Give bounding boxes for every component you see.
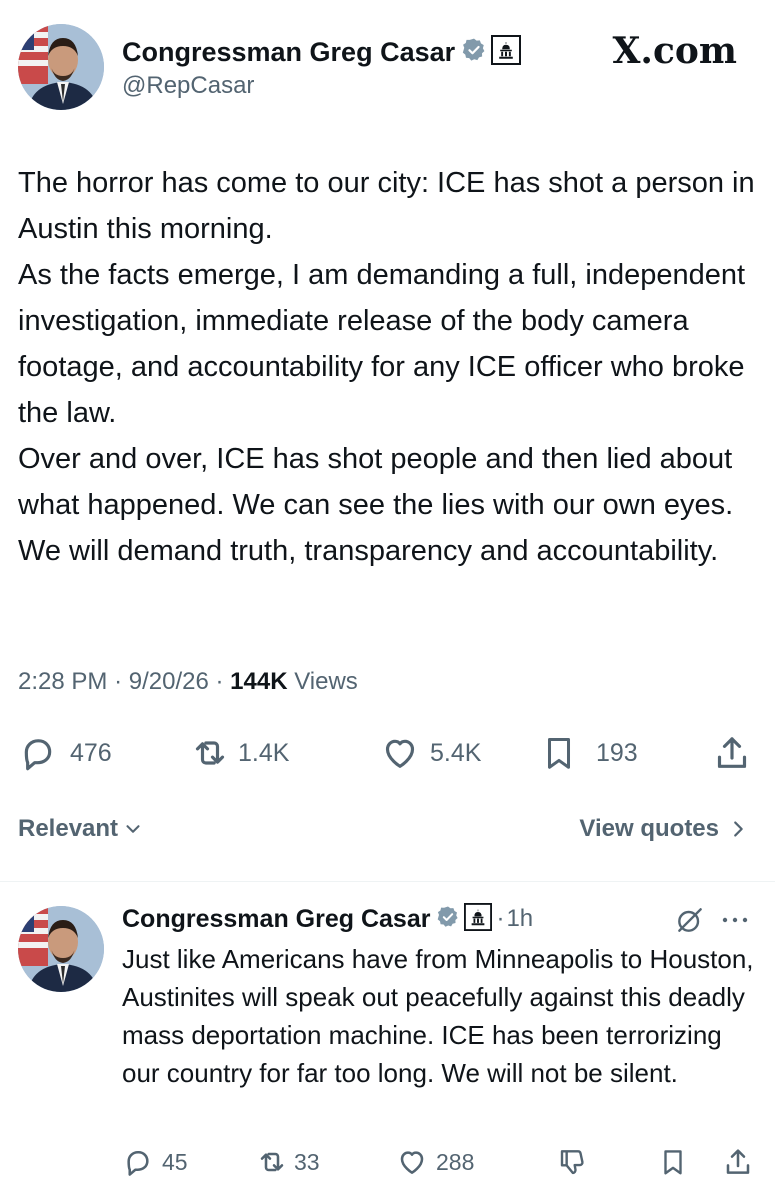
share-icon [717, 737, 747, 768]
post-paragraph: As the facts emerge, I am demanding a fu… [18, 259, 746, 429]
share-button[interactable] [712, 733, 752, 773]
sort-label: Relevant [18, 815, 119, 842]
reply-count: 476 [70, 738, 112, 767]
like-count: 5.4K [430, 738, 482, 767]
author-name-row: Congressman Greg Casar [122, 34, 522, 70]
reply-body: Just like Americans have from Minneapoli… [122, 944, 754, 1088]
reply-button[interactable]: 476 [18, 733, 112, 773]
reply-meta-separator: · [496, 905, 505, 932]
reply-action-bar: 45 33 288 [122, 1144, 762, 1180]
reply-repost-button[interactable]: 33 [256, 1146, 320, 1178]
meta-separator: · [215, 668, 231, 695]
share-icon [726, 1149, 750, 1174]
repost-icon [195, 741, 225, 765]
government-badge-icon [491, 34, 522, 70]
bookmark-button[interactable]: 193 [540, 733, 638, 773]
government-badge-icon [464, 902, 493, 936]
more-button[interactable] [718, 908, 752, 937]
reply-author-name[interactable]: Congressman Greg Casar [122, 905, 430, 934]
meta-separator: · [114, 668, 129, 695]
reply-reply-button[interactable]: 45 [122, 1146, 188, 1178]
verified-badge-icon [461, 37, 487, 68]
section-divider [0, 881, 775, 882]
like-icon [400, 1151, 424, 1174]
reply-like-button[interactable]: 288 [396, 1146, 474, 1178]
reply-name-row: Congressman Greg Casar · 1h [122, 902, 533, 936]
chevron-down-icon [126, 825, 140, 833]
views-label: Views [294, 668, 358, 695]
dislike-icon [560, 1150, 584, 1175]
post-meta: 2:28 PM · 9/20/26 · 144K Views [18, 668, 358, 696]
post-paragraph: Over and over, ICE has shot people and t… [18, 443, 734, 567]
reply-bookmark-button[interactable] [658, 1146, 688, 1178]
repost-button[interactable]: 1.4K [190, 733, 289, 773]
bookmark-count: 193 [596, 738, 638, 767]
dislike-button[interactable] [556, 1146, 588, 1178]
more-icon [722, 917, 748, 923]
reply-time[interactable]: 1h [506, 905, 533, 933]
reply-share-button[interactable] [722, 1146, 754, 1178]
post-body: The horror has come to our city: ICE has… [18, 160, 758, 574]
like-button[interactable]: 5.4K [380, 733, 481, 773]
bookmark-icon [664, 1150, 682, 1175]
verified-badge-icon [436, 905, 460, 934]
repost-count: 1.4K [238, 738, 290, 767]
post-time[interactable]: 2:28 PM [18, 668, 107, 695]
like-icon [385, 739, 415, 768]
post-action-bar: 476 1.4K 5.4K 193 [18, 730, 758, 776]
reply-avatar-image [18, 906, 104, 992]
grok-button[interactable] [674, 904, 706, 941]
post-paragraph: The horror has come to our city: ICE has… [18, 167, 755, 245]
repost-icon [260, 1152, 284, 1172]
reply-repost-count: 33 [294, 1148, 320, 1175]
author-handle[interactable]: @RepCasar [122, 72, 254, 100]
post-date[interactable]: 9/20/26 [129, 668, 209, 695]
view-quotes-link[interactable]: View quotes [579, 815, 749, 843]
reply-icon [24, 739, 52, 771]
brand-watermark: X.com [612, 30, 738, 72]
views-count: 144K [230, 668, 288, 695]
sort-dropdown[interactable]: Relevant [18, 815, 144, 843]
grok-icon [678, 908, 702, 932]
reply-icon [127, 1151, 149, 1176]
bookmark-icon [547, 738, 571, 769]
reply-like-count: 288 [436, 1148, 475, 1175]
reply-author-avatar[interactable] [18, 906, 104, 992]
view-quotes-label: View quotes [579, 815, 719, 842]
reply-reply-count: 45 [162, 1148, 188, 1175]
chevron-right-icon [734, 821, 743, 837]
author-avatar[interactable] [18, 24, 104, 110]
author-name[interactable]: Congressman Greg Casar [122, 37, 455, 68]
author-avatar-image [18, 24, 104, 110]
